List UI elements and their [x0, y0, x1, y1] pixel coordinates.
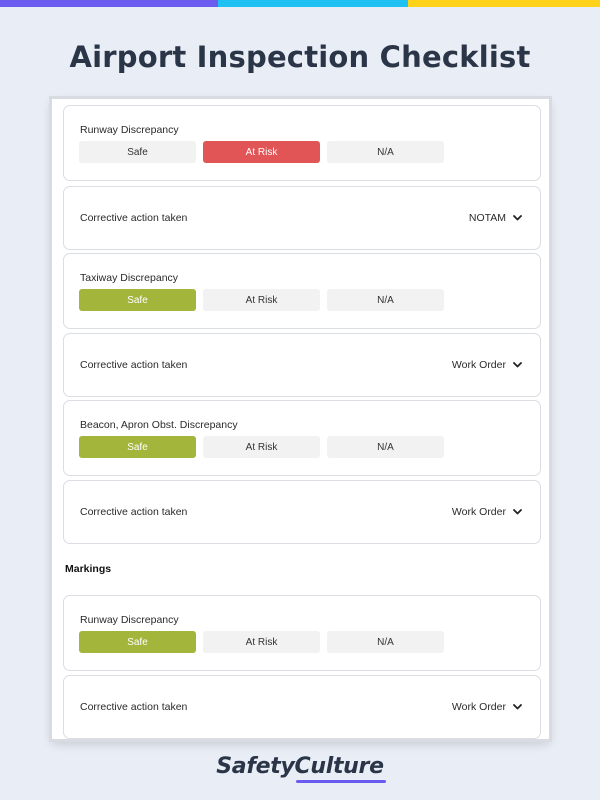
- option-at-risk-button[interactable]: At Risk: [203, 141, 320, 163]
- top-color-bar: [0, 0, 600, 7]
- chevron-down-icon: [512, 213, 522, 223]
- option-na-button[interactable]: N/A: [327, 631, 444, 653]
- option-at-risk-button[interactable]: At Risk: [203, 631, 320, 653]
- option-at-risk-button[interactable]: At Risk: [203, 289, 320, 311]
- chevron-down-icon: [512, 360, 522, 370]
- corrective-action-label: Corrective action taken: [80, 506, 188, 518]
- checklist-screenshot: Runway Discrepancy Safe At Risk N/A Corr…: [52, 99, 549, 739]
- top-bar-segment-cyan: [218, 0, 408, 7]
- response-options: Safe At Risk N/A: [79, 141, 444, 163]
- corrective-action-label: Corrective action taken: [80, 212, 188, 224]
- top-bar-segment-yellow: [408, 0, 600, 7]
- brand-logo-underline: [296, 780, 386, 783]
- option-safe-button[interactable]: Safe: [79, 289, 196, 311]
- option-at-risk-button[interactable]: At Risk: [203, 436, 320, 458]
- dropdown-value: Work Order: [451, 701, 506, 713]
- response-options: Safe At Risk N/A: [79, 289, 444, 311]
- question-label: Runway Discrepancy: [80, 614, 179, 626]
- corrective-action-dropdown[interactable]: NOTAM: [469, 187, 522, 249]
- section-heading-markings: Markings: [65, 563, 112, 575]
- question-card-runway-markings: Runway Discrepancy Safe At Risk N/A: [63, 595, 541, 671]
- question-card-runway: Runway Discrepancy Safe At Risk N/A: [63, 105, 541, 181]
- question-label: Taxiway Discrepancy: [80, 272, 179, 284]
- response-options: Safe At Risk N/A: [79, 436, 444, 458]
- chevron-down-icon: [512, 702, 522, 712]
- corrective-action-card: Corrective action taken NOTAM: [63, 186, 541, 250]
- question-card-taxiway: Taxiway Discrepancy Safe At Risk N/A: [63, 253, 541, 329]
- option-na-button[interactable]: N/A: [327, 141, 444, 163]
- corrective-action-dropdown[interactable]: Work Order: [452, 334, 522, 396]
- corrective-action-dropdown[interactable]: Work Order: [452, 481, 522, 543]
- question-label: Runway Discrepancy: [80, 124, 179, 136]
- top-bar-segment-purple: [0, 0, 218, 7]
- chevron-down-icon: [512, 507, 522, 517]
- brand-logo: SafetyCulture: [216, 754, 384, 779]
- dropdown-value: Work Order: [451, 359, 506, 371]
- corrective-action-card: Corrective action taken Work Order: [63, 480, 541, 544]
- dropdown-value: NOTAM: [468, 212, 506, 224]
- option-safe-button[interactable]: Safe: [79, 141, 196, 163]
- page-title: Airport Inspection Checklist: [69, 40, 531, 74]
- corrective-action-card: Corrective action taken Work Order: [63, 675, 541, 739]
- option-na-button[interactable]: N/A: [327, 436, 444, 458]
- corrective-action-dropdown[interactable]: Work Order: [452, 676, 522, 738]
- question-card-beacon-apron: Beacon, Apron Obst. Discrepancy Safe At …: [63, 400, 541, 476]
- option-safe-button[interactable]: Safe: [79, 436, 196, 458]
- corrective-action-card: Corrective action taken Work Order: [63, 333, 541, 397]
- corrective-action-label: Corrective action taken: [80, 701, 188, 713]
- option-na-button[interactable]: N/A: [327, 289, 444, 311]
- response-options: Safe At Risk N/A: [79, 631, 444, 653]
- corrective-action-label: Corrective action taken: [80, 359, 188, 371]
- question-label: Beacon, Apron Obst. Discrepancy: [80, 419, 238, 431]
- option-safe-button[interactable]: Safe: [79, 631, 196, 653]
- dropdown-value: Work Order: [451, 506, 506, 518]
